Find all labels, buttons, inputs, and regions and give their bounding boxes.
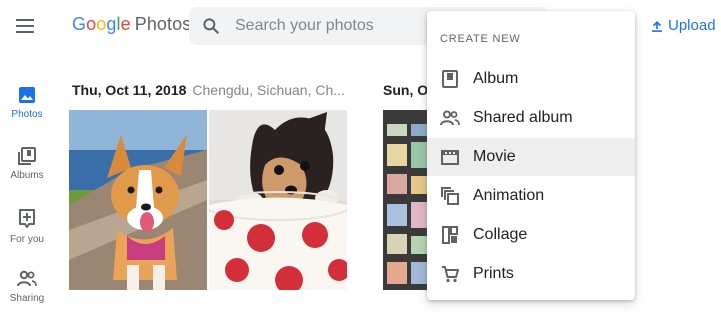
sidebar-item-label: Sharing bbox=[9, 293, 45, 304]
upload-label: Upload bbox=[668, 17, 716, 34]
albums-icon bbox=[18, 147, 36, 165]
sharing-icon bbox=[17, 270, 37, 287]
prints-icon bbox=[440, 264, 460, 284]
create-new-menu: CREATE NEW Album Shared album Movie Anim… bbox=[427, 11, 635, 300]
sidebar-item-label: For you bbox=[10, 234, 44, 245]
group-location: Chengdu, Sichuan, Ch... bbox=[192, 82, 345, 98]
photo-thumbnail-stamps[interactable] bbox=[383, 110, 433, 290]
sidebar-item-albums[interactable]: Albums bbox=[0, 147, 54, 181]
sidebar-item-for-you[interactable]: For you bbox=[0, 209, 54, 245]
shared-album-icon bbox=[440, 108, 460, 128]
hamburger-menu-icon bbox=[16, 19, 34, 33]
menu-item-movie[interactable]: Movie bbox=[427, 138, 635, 176]
menu-item-animation[interactable]: Animation bbox=[427, 177, 635, 215]
upload-button[interactable]: Upload bbox=[650, 17, 716, 34]
menu-item-prints[interactable]: Prints bbox=[427, 255, 635, 293]
logo-letter: o bbox=[96, 14, 107, 34]
google-photos-logo[interactable]: Google Photos bbox=[72, 14, 191, 35]
corgi-photo-image bbox=[69, 110, 207, 290]
menu-item-album[interactable]: Album bbox=[427, 60, 635, 98]
sidebar-item-label: Albums bbox=[10, 170, 44, 181]
search-icon[interactable] bbox=[201, 16, 221, 36]
menu-item-collage[interactable]: Collage bbox=[427, 216, 635, 254]
menu-item-label: Collage bbox=[473, 226, 528, 243]
sidebar-item-photos[interactable]: Photos bbox=[0, 86, 54, 120]
animation-icon bbox=[440, 186, 460, 206]
upload-icon bbox=[652, 20, 662, 32]
menu-item-label: Prints bbox=[473, 265, 514, 282]
menu-item-label: Movie bbox=[473, 148, 516, 165]
photo-thumbnail-corgi[interactable] bbox=[69, 110, 207, 290]
sidebar-item-label: Photos bbox=[11, 109, 43, 120]
puppy-photo-image bbox=[209, 110, 347, 290]
photo-thumbnail-puppy[interactable] bbox=[209, 110, 347, 290]
logo-letter: G bbox=[72, 14, 87, 34]
logo-letter: e bbox=[120, 14, 131, 34]
stamps-photo-image bbox=[383, 110, 433, 290]
menu-item-label: Shared album bbox=[473, 109, 573, 126]
menu-item-label: Animation bbox=[473, 187, 545, 204]
group-date: Thu, Oct 11, 2018 bbox=[72, 82, 187, 98]
main-menu-button[interactable] bbox=[14, 15, 36, 37]
logo-letter: o bbox=[86, 14, 97, 34]
collage-icon bbox=[440, 225, 460, 245]
for-you-icon bbox=[19, 209, 35, 228]
menu-item-shared-album[interactable]: Shared album bbox=[427, 99, 635, 137]
menu-item-label: Album bbox=[473, 70, 519, 87]
search-input[interactable]: Search your photos bbox=[235, 17, 374, 35]
menu-header: CREATE NEW bbox=[440, 33, 521, 45]
logo-letter: g bbox=[106, 14, 117, 34]
product-name: Photos bbox=[134, 14, 192, 34]
sidebar-item-sharing[interactable]: Sharing bbox=[0, 270, 54, 304]
photo-icon bbox=[19, 87, 35, 103]
date-group-header[interactable]: Thu, Oct 11, 2018 Chengdu, Sichuan, Ch... bbox=[72, 82, 345, 98]
movie-icon bbox=[440, 147, 460, 167]
album-icon bbox=[440, 69, 460, 89]
